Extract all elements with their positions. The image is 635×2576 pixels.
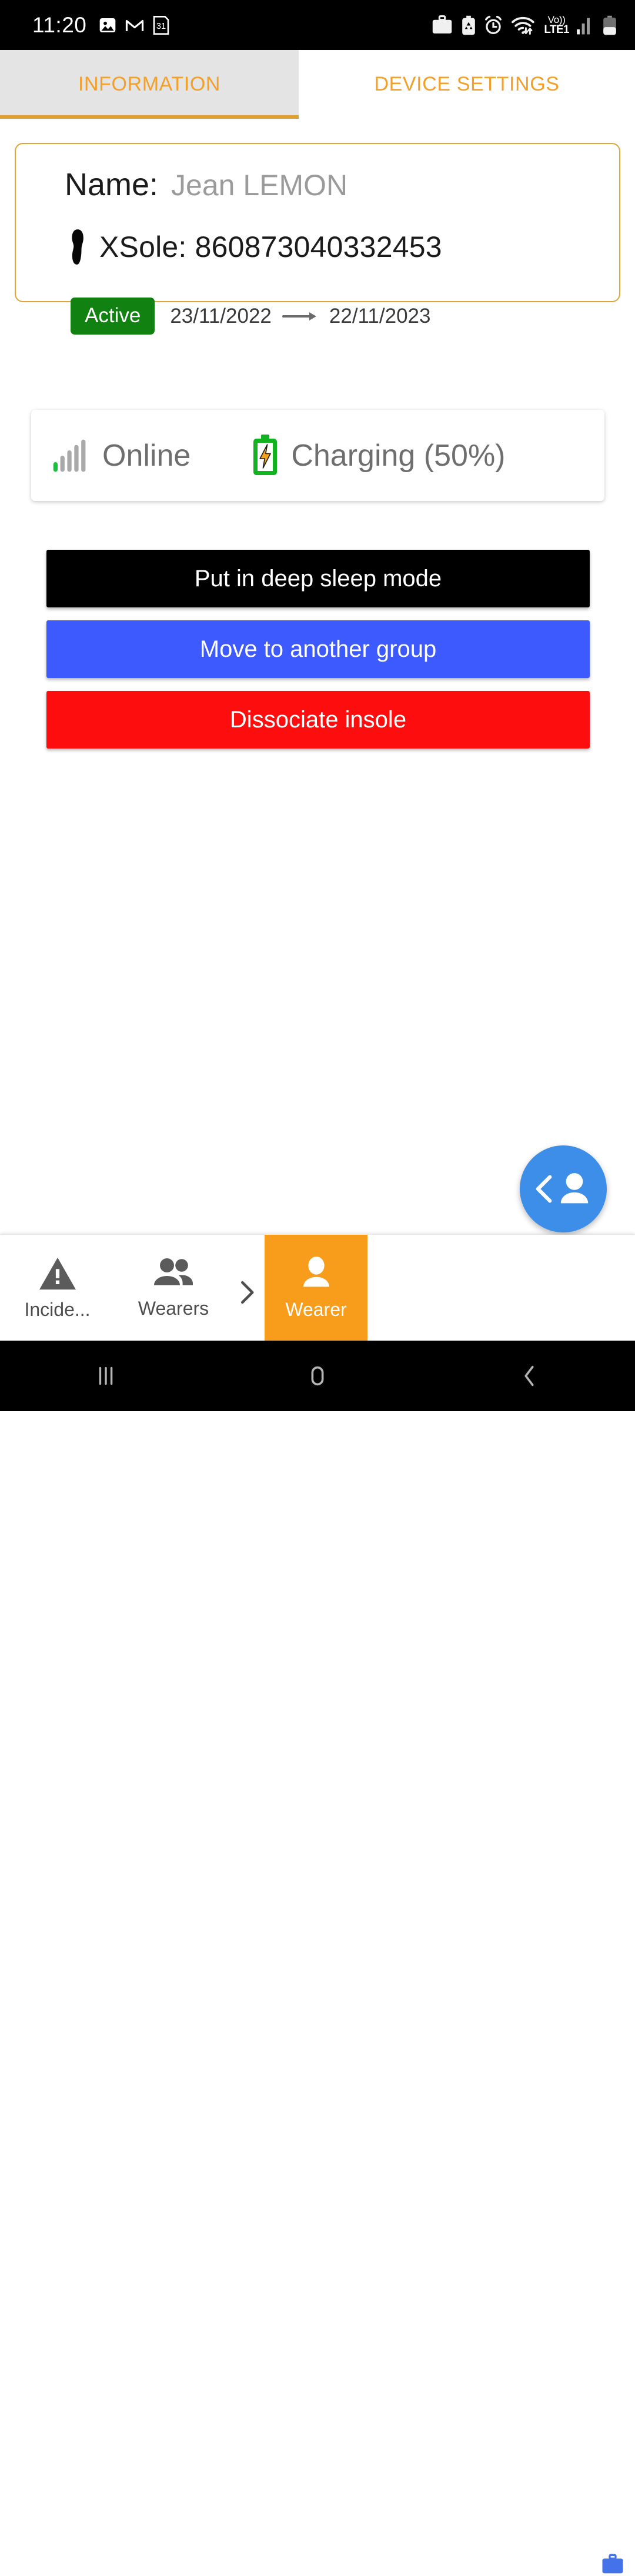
android-back-button[interactable]	[423, 1362, 635, 1389]
connectivity-label: Online	[102, 438, 191, 473]
date-end: 22/11/2023	[329, 304, 431, 328]
signal-bars-icon	[53, 439, 86, 472]
back-to-wearer-fab[interactable]	[520, 1145, 607, 1232]
chevron-right-icon	[240, 1281, 254, 1304]
battery-icon	[603, 15, 616, 35]
alarm-icon	[485, 15, 502, 34]
person-icon	[303, 1256, 329, 1287]
move-group-button-label: Move to another group	[199, 636, 437, 662]
insole-footprint-icon	[72, 229, 83, 265]
date-start: 23/11/2022	[170, 304, 272, 328]
android-home-button[interactable]	[212, 1362, 423, 1389]
dissociate-insole-button[interactable]: Dissociate insole	[46, 691, 590, 749]
battery-status: Charging (50%)	[252, 434, 506, 477]
deep-sleep-button-label: Put in deep sleep mode	[194, 565, 442, 592]
tab-bar: INFORMATION DEVICE SETTINGS	[0, 50, 635, 119]
name-label: Name:	[65, 167, 159, 202]
home-icon	[311, 1366, 324, 1386]
cellular-signal-icon	[577, 18, 590, 34]
wifi-icon	[512, 16, 534, 35]
calendar-31-icon: 31	[153, 15, 169, 35]
name-value: Jean LEMON	[171, 169, 348, 202]
subscription-row: Active 23/11/2022 22/11/2023	[71, 298, 430, 335]
xsole-value: XSole: 860873040332453	[99, 230, 442, 263]
battery-label: Charging (50%)	[291, 438, 506, 473]
status-bar: 11:20 31 Vo)) LTE1	[0, 0, 635, 50]
chevron-left-icon	[536, 1175, 552, 1203]
xsole-row: XSole: 860873040332453	[69, 229, 442, 265]
deep-sleep-button[interactable]: Put in deep sleep mode	[46, 550, 590, 607]
device-status-card: Online Charging (50%)	[31, 410, 604, 501]
status-bar-notification-icons: 31	[98, 15, 170, 35]
people-group-icon	[154, 1258, 193, 1285]
wearer-info-card: Name: Jean LEMON XSole: 860873040332453 …	[15, 143, 620, 335]
tab-information-label: INFORMATION	[78, 73, 221, 95]
tab-information[interactable]: INFORMATION	[0, 50, 299, 119]
move-group-button[interactable]: Move to another group	[46, 620, 590, 678]
connectivity-status: Online	[52, 437, 190, 474]
status-bar-system-icons: Vo)) LTE1	[431, 15, 617, 36]
status-badge: Active	[71, 298, 155, 335]
recents-icon	[99, 1366, 113, 1385]
nav-item-wearers-label: Wearers	[138, 1297, 209, 1319]
arrow-right-icon	[282, 312, 316, 320]
tab-device-settings[interactable]: DEVICE SETTINGS	[299, 50, 635, 119]
work-briefcase-icon	[602, 2554, 623, 2574]
name-row: Name: Jean LEMON	[65, 166, 347, 203]
nav-item-wearers[interactable]: Wearers	[115, 1241, 232, 1335]
nav-item-incidents-label: Incide...	[24, 1298, 91, 1320]
nav-item-wearer[interactable]: Wearer	[265, 1235, 367, 1341]
main-content: Name: Jean LEMON XSole: 860873040332453 …	[0, 119, 635, 1235]
subscription-dates: 23/11/2022 22/11/2023	[170, 305, 430, 328]
battery-charging-icon	[253, 434, 278, 475]
android-recents-button[interactable]	[0, 1362, 212, 1389]
battery-recycle-icon	[462, 15, 476, 35]
gmail-icon	[126, 19, 144, 31]
tab-device-settings-label: DEVICE SETTINGS	[374, 73, 560, 95]
nav-item-incidents[interactable]: Incide...	[0, 1241, 115, 1335]
person-icon	[560, 1173, 589, 1204]
status-bar-clock: 11:20	[32, 12, 87, 37]
volte-indicator: Vo)) LTE1	[544, 14, 569, 36]
warning-triangle-icon	[39, 1257, 76, 1289]
photo-icon	[100, 18, 116, 32]
dissociate-insole-button-label: Dissociate insole	[229, 706, 407, 733]
svg-text:31: 31	[156, 22, 166, 31]
briefcase-icon	[433, 15, 452, 34]
back-icon	[524, 1365, 534, 1386]
nav-item-wearer-label: Wearer	[285, 1298, 347, 1320]
bottom-navigation: Incide... Wearers Wearer	[0, 1235, 635, 2574]
android-navigation-bar	[0, 1341, 635, 1411]
